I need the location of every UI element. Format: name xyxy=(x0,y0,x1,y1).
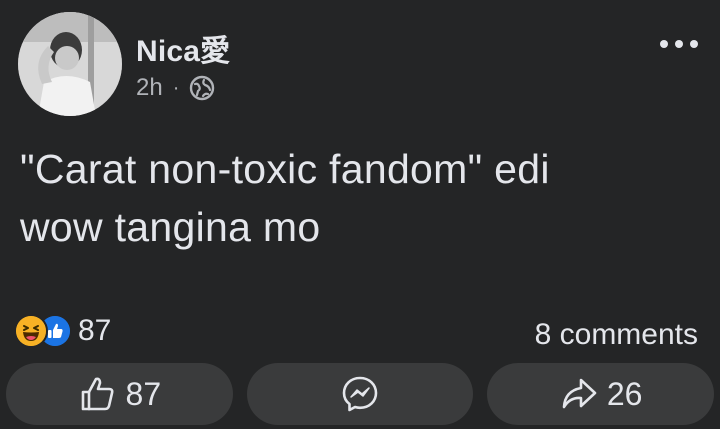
post-text: "Carat non-toxic fandom" edi wow tangina… xyxy=(20,146,550,250)
meta-separator: · xyxy=(172,76,180,99)
messenger-send-button[interactable] xyxy=(246,363,474,425)
author-name[interactable]: Nica愛 xyxy=(136,26,230,70)
post-time[interactable]: 2h xyxy=(136,74,163,102)
avatar[interactable] xyxy=(18,12,122,116)
post-action-bar: 87 26 xyxy=(6,363,715,425)
comments-count-link[interactable]: 8 comments xyxy=(535,318,698,352)
thumbs-up-icon xyxy=(81,377,114,411)
messenger-icon xyxy=(342,376,378,412)
post-meta: 2h · xyxy=(136,74,215,102)
globe-icon xyxy=(190,75,215,101)
share-button[interactable]: 26 xyxy=(487,363,715,425)
share-arrow-icon xyxy=(562,378,597,409)
post-header: Nica愛 2h · xyxy=(18,12,702,118)
reaction-count: 87 xyxy=(78,314,112,347)
like-button[interactable]: 87 xyxy=(6,363,233,425)
like-count: 87 xyxy=(125,375,162,412)
haha-reaction-icon xyxy=(14,314,48,348)
more-horizontal-icon[interactable] xyxy=(660,40,698,48)
share-count: 26 xyxy=(606,375,643,412)
reaction-summary[interactable]: 87 xyxy=(14,314,111,348)
